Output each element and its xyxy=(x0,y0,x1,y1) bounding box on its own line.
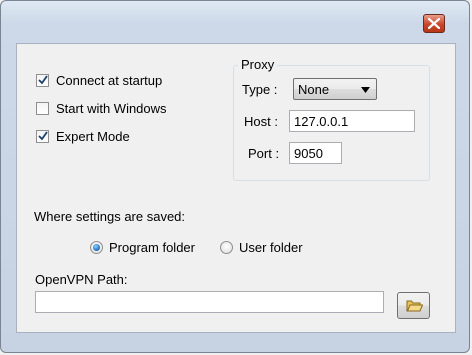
program-folder-radio[interactable]: Program folder xyxy=(90,240,195,255)
close-button[interactable] xyxy=(423,14,445,33)
checkbox-box xyxy=(36,74,49,87)
folder-open-icon xyxy=(406,300,423,312)
openvpn-path-label: OpenVPN Path: xyxy=(35,272,128,287)
checkmark-icon xyxy=(38,75,48,85)
start-with-windows-label: Start with Windows xyxy=(56,101,167,116)
expert-mode-label: Expert Mode xyxy=(56,129,130,144)
proxy-port-input[interactable]: 9050 xyxy=(289,142,342,164)
settings-location-label: Where settings are saved: xyxy=(34,209,186,224)
proxy-host-input[interactable]: 127.0.0.1 xyxy=(289,110,415,132)
proxy-port-label: Port : xyxy=(248,146,280,161)
start-with-windows-checkbox[interactable]: Start with Windows xyxy=(36,101,167,116)
checkbox-box xyxy=(36,102,49,115)
proxy-group-title: Proxy xyxy=(238,57,278,72)
openvpn-path-input[interactable] xyxy=(35,291,384,313)
expert-mode-checkbox[interactable]: Expert Mode xyxy=(36,129,130,144)
connect-at-startup-checkbox[interactable]: Connect at startup xyxy=(36,73,162,88)
dialog-content: Connect at startup Start with Windows Ex… xyxy=(16,43,456,333)
chevron-down-icon xyxy=(361,87,370,93)
radio-button xyxy=(90,241,103,254)
program-folder-label: Program folder xyxy=(109,240,195,255)
proxy-type-select[interactable]: None xyxy=(293,78,377,100)
radio-button xyxy=(220,241,233,254)
user-folder-label: User folder xyxy=(239,240,303,255)
proxy-host-label: Host : xyxy=(244,114,278,129)
connect-at-startup-label: Connect at startup xyxy=(56,73,163,88)
checkmark-icon xyxy=(38,131,48,141)
close-icon xyxy=(428,18,440,29)
checkbox-box xyxy=(36,130,49,143)
settings-window: Connect at startup Start with Windows Ex… xyxy=(0,0,470,353)
browse-folder-button[interactable] xyxy=(397,292,430,319)
proxy-type-value: None xyxy=(298,82,330,97)
proxy-type-label: Type : xyxy=(242,82,278,97)
user-folder-radio[interactable]: User folder xyxy=(220,240,303,255)
